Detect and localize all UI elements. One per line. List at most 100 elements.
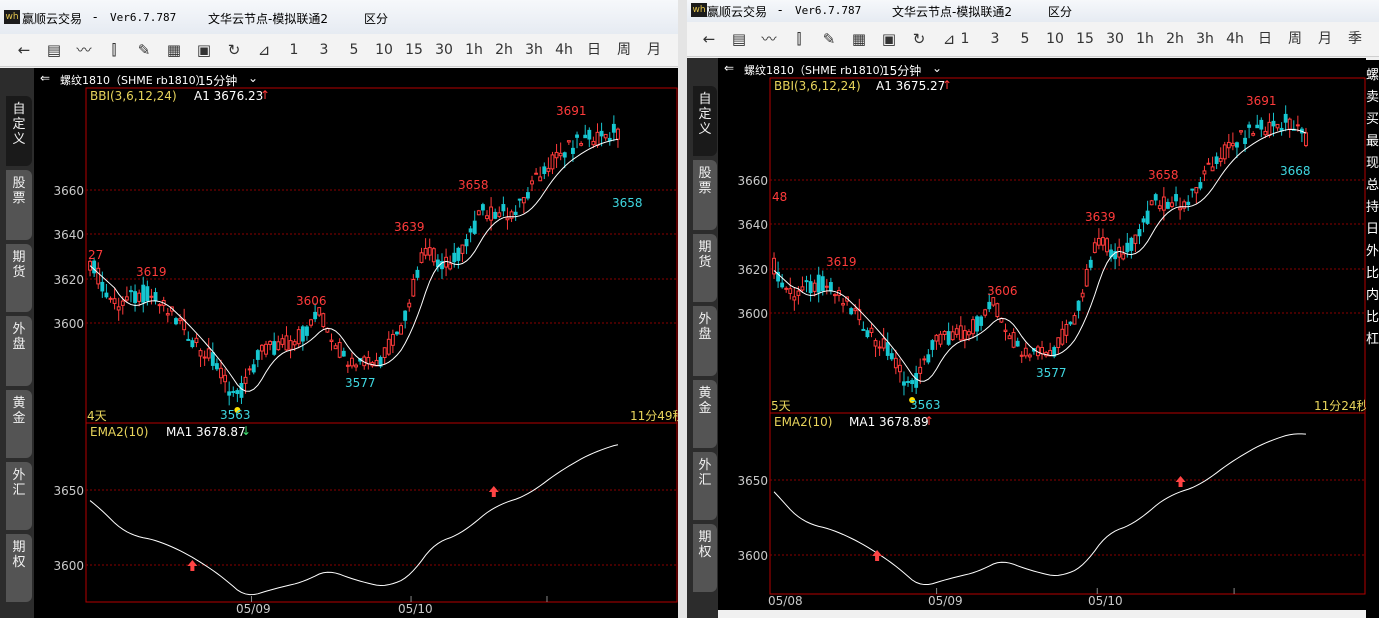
candle-body <box>174 318 178 325</box>
period-button[interactable]: 3h <box>521 40 547 60</box>
side-tab[interactable]: 期 权 <box>6 534 32 602</box>
period-button[interactable]: 1 <box>281 40 307 60</box>
kline-chart[interactable] <box>34 68 678 618</box>
period-button[interactable]: 季 <box>1342 29 1368 49</box>
side-tab[interactable]: 股 票 <box>6 170 32 240</box>
save-icon[interactable]: ▣ <box>194 40 214 60</box>
side-tab[interactable]: 自 定 义 <box>6 96 32 166</box>
candle-body <box>124 296 129 301</box>
candle-body <box>423 247 428 256</box>
list-icon[interactable]: ▤ <box>44 40 64 60</box>
ema-indicator-label[interactable]: EMA2(10) <box>774 415 832 429</box>
y-tick: 3660 <box>53 184 84 198</box>
back-arrow-icon[interactable]: ← <box>699 29 719 49</box>
candle-icon[interactable]: ⫿ <box>104 40 124 60</box>
period-button[interactable]: 2h <box>491 40 517 60</box>
side-panel-char: 日 <box>1366 222 1379 237</box>
candle-body <box>210 352 215 366</box>
side-tab[interactable]: 外 盘 <box>6 316 32 386</box>
candle-body <box>472 220 477 234</box>
app-name: 赢顺云交易 <box>707 5 768 19</box>
period-button[interactable]: 15 <box>401 40 427 60</box>
y-tick: 3600 <box>53 559 84 573</box>
period-button[interactable]: 3 <box>982 29 1008 49</box>
period-button[interactable]: 周 <box>1282 29 1308 49</box>
period-button[interactable]: 4h <box>551 40 577 60</box>
trend-icon[interactable]: ⊿ <box>254 40 274 60</box>
bbi-indicator-label[interactable]: BBI(3,6,12,24) <box>774 79 861 93</box>
kline-chart[interactable] <box>718 58 1366 610</box>
side-tab[interactable]: 黄 金 <box>6 390 32 458</box>
table-icon[interactable]: ▦ <box>849 29 869 49</box>
candle-body <box>1222 144 1227 160</box>
period-button[interactable]: 30 <box>1102 29 1128 49</box>
side-tab[interactable]: 期 货 <box>693 234 717 302</box>
period-button[interactable]: 10 <box>1042 29 1068 49</box>
refresh-icon[interactable]: ↻ <box>224 40 244 60</box>
bbi-indicator-label[interactable]: BBI(3,6,12,24) <box>90 89 177 103</box>
candle-body <box>108 297 113 300</box>
y-tick: 3650 <box>53 484 84 498</box>
candle-body <box>869 327 874 333</box>
period-button[interactable]: 3h <box>1192 29 1218 49</box>
side-tab[interactable]: 期 权 <box>693 524 717 592</box>
candle-icon[interactable]: ⫿ <box>789 29 809 49</box>
candle-body <box>485 215 489 220</box>
candle-body <box>333 345 338 350</box>
candle-body <box>321 313 326 328</box>
line-chart-icon[interactable]: 〰 <box>759 29 779 49</box>
candle-body <box>276 341 281 351</box>
candle-body <box>219 367 223 379</box>
ema-indicator-label[interactable]: EMA2(10) <box>90 425 148 439</box>
period-button[interactable]: 5 <box>1012 29 1038 49</box>
candle-body <box>616 128 620 140</box>
side-tab[interactable]: 股 票 <box>693 160 717 230</box>
period-button[interactable]: 2h <box>1162 29 1188 49</box>
candle-body <box>1251 132 1256 136</box>
line-chart-icon[interactable]: 〰 <box>74 40 94 60</box>
candle-body <box>112 298 117 304</box>
side-tab[interactable]: 期 货 <box>6 244 32 312</box>
ema-line <box>773 433 1307 586</box>
draw-tool-icon[interactable]: ✎ <box>819 29 839 49</box>
save-icon[interactable]: ▣ <box>879 29 899 49</box>
candle-body <box>1202 170 1207 175</box>
candle-body <box>129 290 133 293</box>
period-button[interactable]: 5 <box>341 40 367 60</box>
x-tick: 05/10 <box>1088 594 1123 608</box>
side-tab[interactable]: 外 汇 <box>693 452 717 520</box>
period-button[interactable]: 周 <box>611 40 637 60</box>
refresh-icon[interactable]: ↻ <box>909 29 929 49</box>
period-button[interactable]: 日 <box>581 40 607 60</box>
period-button[interactable]: 1 <box>952 29 978 49</box>
period-button[interactable]: 4h <box>1222 29 1248 49</box>
period-button[interactable]: 1h <box>461 40 487 60</box>
period-button[interactable]: 月 <box>641 40 667 60</box>
draw-tool-icon[interactable]: ✎ <box>134 40 154 60</box>
side-tab[interactable]: 外 盘 <box>693 306 717 376</box>
side-tab[interactable]: 自 定 义 <box>693 86 717 156</box>
list-icon[interactable]: ▤ <box>729 29 749 49</box>
candle-body <box>501 204 506 212</box>
period-button[interactable]: 月 <box>1312 29 1338 49</box>
period-button[interactable]: 日 <box>1252 29 1278 49</box>
back-arrow-icon[interactable]: ← <box>14 40 34 60</box>
candle-body <box>591 140 596 146</box>
period-button[interactable]: 30 <box>431 40 457 60</box>
candle-body <box>1178 207 1183 211</box>
candle-body <box>873 340 878 347</box>
bbi-value: A1 3676.23 <box>194 89 264 103</box>
side-tab-column: 自 定 义股 票期 货外 盘黄 金外 汇期 权 <box>687 58 718 618</box>
period-button[interactable]: 3 <box>311 40 337 60</box>
up-arrow-icon: ↑ <box>924 414 935 428</box>
y-tick: 3660 <box>737 174 768 188</box>
side-tab[interactable]: 外 汇 <box>6 462 32 530</box>
bbi-value: A1 3675.27 <box>876 79 946 93</box>
period-button[interactable]: 1h <box>1132 29 1158 49</box>
candle-body <box>800 286 805 291</box>
period-button[interactable]: 10 <box>371 40 397 60</box>
table-icon[interactable]: ▦ <box>164 40 184 60</box>
side-panel-char: 总 <box>1366 178 1379 193</box>
side-tab[interactable]: 黄 金 <box>693 380 717 448</box>
period-button[interactable]: 15 <box>1072 29 1098 49</box>
